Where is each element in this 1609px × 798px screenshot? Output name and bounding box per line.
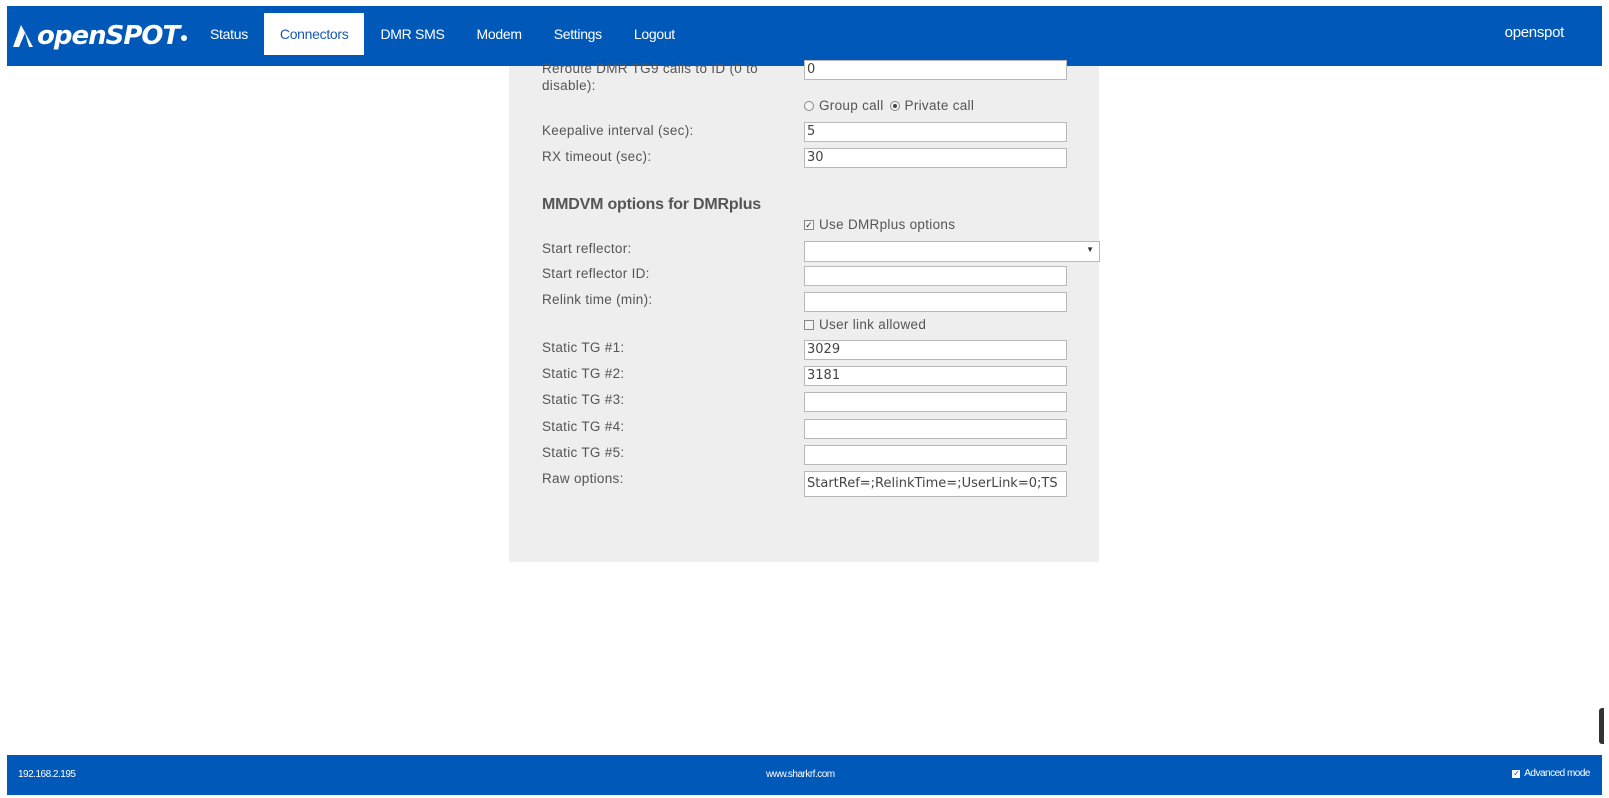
- footer-ip-address: 192.168.2.195: [18, 769, 76, 780]
- nav-item-status[interactable]: Status: [194, 13, 264, 55]
- keepalive-input[interactable]: 5: [804, 122, 1067, 142]
- static-tg2-label: Static TG #2:: [542, 366, 625, 381]
- group-call-radio[interactable]: [804, 100, 814, 111]
- user-link-label: User link allowed: [819, 317, 927, 332]
- start-reflector-select[interactable]: ▼: [804, 241, 1100, 262]
- rx-timeout-input[interactable]: 30: [804, 148, 1067, 168]
- static-tg5-input[interactable]: [804, 445, 1067, 465]
- static-tg1-input[interactable]: 3029: [804, 340, 1067, 360]
- reroute-input[interactable]: 0: [804, 60, 1067, 80]
- start-reflector-id-label: Start reflector ID:: [542, 266, 650, 281]
- raw-options-input[interactable]: StartRef=;RelinkTime=;UserLink=0;TS: [804, 471, 1067, 497]
- chevron-down-icon: ▼: [1086, 245, 1094, 254]
- mmdvm-section-title: MMDVM options for DMRplus: [542, 196, 761, 213]
- nav-item-connectors[interactable]: Connectors: [263, 13, 365, 55]
- keepalive-label: Keepalive interval (sec):: [542, 123, 694, 138]
- use-dmrplus-row: ✓ Use DMRplus options: [804, 217, 955, 232]
- relink-time-input[interactable]: [804, 292, 1067, 312]
- app-frame: openSPOT Status Connectors DMR SMS Modem…: [0, 0, 1609, 798]
- nav-menu: Status Connectors DMR SMS Modem Settings…: [194, 13, 691, 55]
- use-dmrplus-checkbox[interactable]: ✓: [804, 219, 814, 230]
- brand-dot-icon: [181, 35, 188, 41]
- rx-timeout-label: RX timeout (sec):: [542, 149, 652, 164]
- use-dmrplus-label: Use DMRplus options: [819, 217, 956, 232]
- advanced-mode-checkbox[interactable]: ✓: [1512, 769, 1521, 778]
- private-call-radio[interactable]: [889, 100, 900, 111]
- static-tg1-label: Static TG #1:: [542, 340, 625, 355]
- connector-settings-panel: Reroute DMR TG9 calls to ID (0 to disabl…: [509, 60, 1100, 562]
- shark-fin-icon: [13, 25, 33, 47]
- top-navbar: openSPOT Status Connectors DMR SMS Modem…: [7, 6, 1602, 66]
- group-call-label: Group call: [819, 98, 884, 113]
- user-link-checkbox[interactable]: [804, 319, 814, 330]
- nav-user-label: openspot: [1504, 24, 1565, 41]
- static-tg4-label: Static TG #4:: [542, 419, 625, 434]
- static-tg3-input[interactable]: [804, 392, 1067, 412]
- brand-logo[interactable]: openSPOT: [11, 18, 188, 54]
- private-call-label: Private call: [904, 98, 975, 113]
- static-tg3-label: Static TG #3:: [542, 392, 625, 407]
- call-type-group: Group call Private call: [804, 98, 974, 113]
- nav-item-logout[interactable]: Logout: [618, 13, 691, 55]
- static-tg4-input[interactable]: [804, 419, 1067, 439]
- brand-name: openSPOT: [37, 21, 180, 51]
- start-reflector-label: Start reflector:: [542, 241, 632, 256]
- footer-bar: 192.168.2.195 www.sharkrf.com ✓ Advanced…: [7, 755, 1602, 795]
- advanced-mode-label: Advanced mode: [1524, 768, 1590, 779]
- static-tg2-input[interactable]: 3181: [804, 366, 1067, 386]
- advanced-mode-toggle[interactable]: ✓ Advanced mode: [1512, 768, 1590, 779]
- scroll-handle[interactable]: [1599, 708, 1604, 744]
- start-reflector-id-input[interactable]: [804, 266, 1067, 286]
- reroute-label: Reroute DMR TG9 calls to ID (0 to disabl…: [542, 61, 758, 93]
- user-link-row: User link allowed: [804, 317, 926, 332]
- nav-item-dmr-sms[interactable]: DMR SMS: [364, 13, 460, 55]
- static-tg5-label: Static TG #5:: [542, 445, 625, 460]
- raw-options-label: Raw options:: [542, 471, 624, 486]
- footer-site-link[interactable]: www.sharkrf.com: [766, 769, 835, 780]
- relink-time-label: Relink time (min):: [542, 292, 653, 307]
- nav-item-modem[interactable]: Modem: [461, 13, 538, 55]
- nav-item-settings[interactable]: Settings: [538, 13, 618, 55]
